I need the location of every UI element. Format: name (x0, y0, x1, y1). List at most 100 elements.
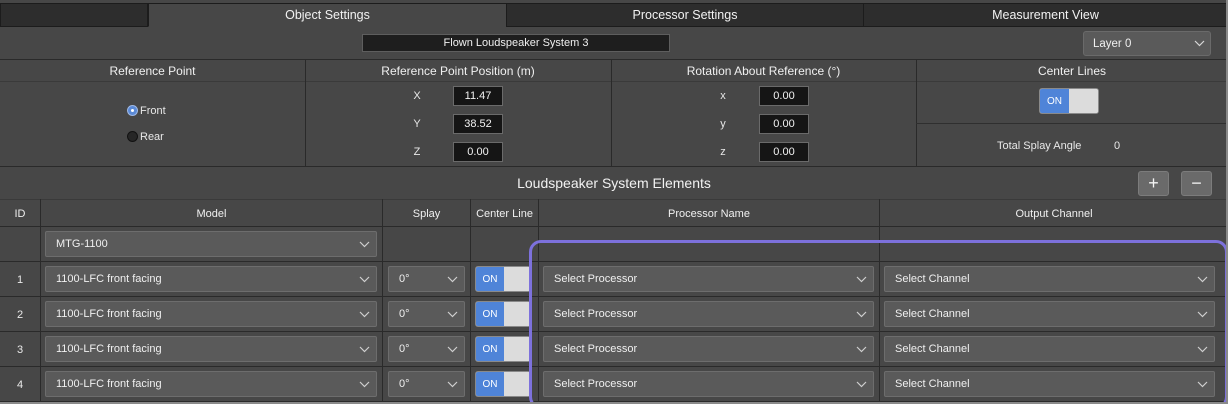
column-header-center-line: Center Line (476, 207, 533, 220)
row-id: 3 (16, 343, 24, 356)
model-select-value: 1100-LFC front facing (56, 273, 162, 285)
tab-processor-settings[interactable]: Processor Settings (506, 3, 864, 27)
chevron-down-icon (355, 337, 373, 361)
tab-measurement-view[interactable]: Measurement View (863, 3, 1226, 27)
rotation-y-label: y (720, 118, 726, 130)
position-x-input[interactable]: 11.47 (453, 86, 503, 106)
chevron-down-icon (355, 267, 373, 291)
master-model-select[interactable]: MTG-1100 (45, 231, 377, 257)
chevron-down-icon (1188, 40, 1210, 47)
center-line-toggle[interactable]: ON (475, 301, 531, 327)
object-settings-window: Object Settings Processor Settings Measu… (0, 0, 1228, 404)
master-model-value: MTG-1100 (56, 238, 108, 250)
rotation-x-label: x (720, 90, 726, 102)
divider (0, 366, 1226, 367)
rotation-z-input[interactable]: 0.00 (759, 142, 809, 162)
position-y-label: Y (413, 118, 421, 130)
row-id: 1 (16, 273, 24, 286)
splay-select[interactable]: 0° (388, 371, 465, 397)
column-header-output: Output Channel (1015, 207, 1093, 220)
splay-select-value: 0° (399, 378, 410, 390)
total-splay-label: Total Splay Angle (997, 140, 1082, 152)
toggle-on-label: ON (1040, 89, 1069, 113)
add-element-button[interactable]: + (1138, 171, 1169, 196)
model-select-value: 1100-LFC front facing (56, 378, 162, 390)
toggle-on-label: ON (476, 337, 504, 361)
column-header-model: Model (196, 207, 227, 220)
center-line-toggle[interactable]: ON (475, 336, 531, 362)
model-select[interactable]: 1100-LFC front facing (45, 301, 377, 327)
divider (0, 401, 1226, 402)
toggle-knob (504, 302, 530, 326)
tab-object-settings[interactable]: Object Settings (148, 3, 507, 27)
processor-select[interactable]: Select Processor (543, 301, 874, 327)
output-channel-select-value: Select Channel (895, 343, 970, 355)
remove-element-button[interactable]: − (1181, 171, 1212, 196)
chevron-down-icon (852, 267, 870, 291)
output-channel-select[interactable]: Select Channel (884, 336, 1215, 362)
chevron-down-icon (443, 302, 461, 326)
system-name-field[interactable]: Flown Loudspeaker System 3 (362, 34, 670, 52)
divider (538, 199, 539, 402)
toggle-knob (504, 337, 530, 361)
rotation-z-label: z (720, 146, 726, 158)
tab-bar-left-gap (0, 3, 148, 27)
processor-select[interactable]: Select Processor (543, 266, 874, 292)
output-channel-select[interactable]: Select Channel (884, 266, 1215, 292)
divider (916, 123, 1226, 124)
center-line-toggle[interactable]: ON (475, 371, 531, 397)
position-z-input[interactable]: 0.00 (453, 142, 503, 162)
splay-select-value: 0° (399, 308, 410, 320)
rear-radio[interactable] (127, 131, 138, 142)
divider (0, 199, 1226, 200)
chevron-down-icon (355, 302, 373, 326)
chevron-down-icon (443, 372, 461, 396)
chevron-down-icon (1193, 302, 1211, 326)
position-z-label: Z (413, 146, 421, 158)
processor-select[interactable]: Select Processor (543, 371, 874, 397)
chevron-down-icon (852, 337, 870, 361)
processor-select[interactable]: Select Processor (543, 336, 874, 362)
center-lines-toggle[interactable]: ON (1039, 88, 1099, 114)
toggle-on-label: ON (476, 302, 504, 326)
model-select-value: 1100-LFC front facing (56, 343, 162, 355)
center-line-toggle[interactable]: ON (475, 266, 531, 292)
model-select[interactable]: 1100-LFC front facing (45, 266, 377, 292)
toggle-on-label: ON (476, 267, 504, 291)
position-y-input[interactable]: 38.52 (453, 114, 503, 134)
rotation-x-input[interactable]: 0.00 (759, 86, 809, 106)
section-header-reference-point: Reference Point (109, 63, 196, 78)
front-radio-label[interactable]: Front (140, 105, 166, 117)
column-header-id: ID (14, 207, 26, 220)
chevron-down-icon (1193, 337, 1211, 361)
column-header-processor: Processor Name (668, 207, 750, 220)
chevron-down-icon (355, 232, 373, 256)
divider (0, 331, 1226, 332)
processor-select-value: Select Processor (554, 378, 638, 390)
front-radio[interactable] (127, 105, 138, 116)
divider (879, 199, 880, 402)
chevron-down-icon (852, 302, 870, 326)
output-channel-select-value: Select Channel (895, 308, 970, 320)
layer-select[interactable]: Layer 0 (1083, 31, 1211, 56)
output-channel-select[interactable]: Select Channel (884, 301, 1215, 327)
chevron-down-icon (852, 372, 870, 396)
section-header-reference-position: Reference Point Position (m) (381, 63, 535, 78)
processor-select-value: Select Processor (554, 308, 638, 320)
elements-section-title: Loudspeaker System Elements (517, 175, 711, 191)
section-header-rotation: Rotation About Reference (°) (686, 63, 841, 78)
output-channel-select[interactable]: Select Channel (884, 371, 1215, 397)
splay-select[interactable]: 0° (388, 266, 465, 292)
toggle-knob (504, 267, 530, 291)
section-header-center-lines: Center Lines (1037, 63, 1107, 78)
splay-select[interactable]: 0° (388, 301, 465, 327)
splay-select[interactable]: 0° (388, 336, 465, 362)
chevron-down-icon (443, 267, 461, 291)
model-select[interactable]: 1100-LFC front facing (45, 371, 377, 397)
processor-select-value: Select Processor (554, 343, 638, 355)
model-select[interactable]: 1100-LFC front facing (45, 336, 377, 362)
divider (382, 199, 383, 402)
rear-radio-label[interactable]: Rear (140, 131, 164, 143)
row-id: 4 (16, 378, 24, 391)
rotation-y-input[interactable]: 0.00 (759, 114, 809, 134)
